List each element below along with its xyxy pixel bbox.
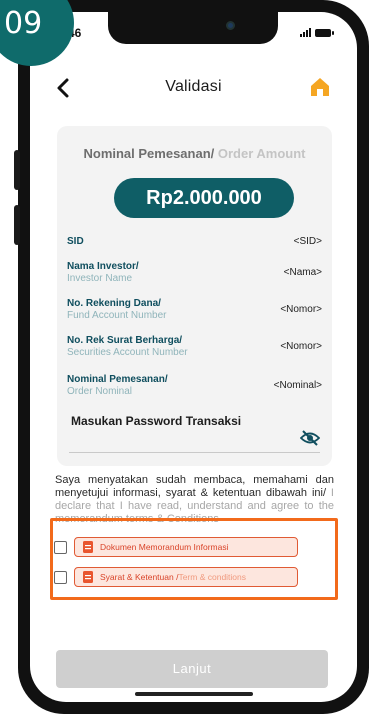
terms-document-label-en: Term & conditions	[178, 572, 247, 582]
field-value: <Nama>	[283, 267, 322, 278]
declaration-text-id: Saya menyatakan sudah membaca, memahami …	[55, 474, 334, 499]
field-value: <Nominal>	[273, 380, 322, 391]
order-summary-card: Nominal Pemesanan/ Order Amount Rp2.000.…	[57, 126, 332, 466]
memorandum-document-link[interactable]: Dokumen Memorandum Informasi	[74, 537, 298, 557]
terms-document-link[interactable]: Syarat & Ketentuan / Term & conditions	[74, 567, 298, 587]
notch	[108, 12, 278, 44]
order-amount-title-id: Nominal Pemesanan/	[83, 146, 215, 161]
field-row-securities-account: No. Rek Surat Berharga/ Securities Accou…	[67, 335, 322, 358]
volume-up-button	[14, 150, 20, 190]
home-indicator	[135, 692, 253, 696]
step-number: 09	[4, 6, 43, 41]
order-amount-title: Nominal Pemesanan/ Order Amount	[57, 146, 332, 161]
home-button[interactable]	[309, 76, 331, 98]
document-row-memorandum: Dokumen Memorandum Informasi	[54, 537, 298, 557]
document-row-terms: Syarat & Ketentuan / Term & conditions	[54, 567, 298, 587]
battery-icon	[315, 28, 334, 37]
password-input[interactable]	[69, 452, 320, 453]
home-icon	[311, 78, 329, 96]
memorandum-document-label: Dokumen Memorandum Informasi	[100, 542, 229, 552]
camera-icon	[226, 21, 235, 30]
document-icon	[83, 571, 93, 583]
app-screen: 9.46 Validasi Nominal Pemesanan/ Order A…	[30, 12, 357, 702]
field-row-sid: SID <SID>	[67, 236, 322, 247]
order-amount-title-en: Order Amount	[214, 146, 306, 161]
continue-button[interactable]: Lanjut	[56, 650, 328, 688]
memorandum-checkbox[interactable]	[54, 540, 67, 554]
order-amount-value: Rp2.000.000	[114, 178, 294, 218]
field-row-order-nominal: Nominal Pemesanan/ Order Nominal <Nomina…	[67, 374, 322, 397]
field-value: <Nomor>	[280, 341, 322, 352]
field-row-investor-name: Nama Investor/ Investor Name <Nama>	[67, 261, 322, 284]
documents-highlight-box	[50, 518, 338, 600]
document-icon	[83, 541, 93, 553]
terms-checkbox[interactable]	[54, 570, 67, 584]
status-icons	[300, 28, 334, 37]
volume-down-button	[14, 205, 20, 245]
field-label: SID	[67, 236, 84, 247]
password-label: Masukan Password Transaksi	[71, 414, 242, 428]
field-value: <Nomor>	[280, 304, 322, 315]
eye-off-icon	[299, 430, 321, 446]
field-row-fund-account: No. Rekening Dana/ Fund Account Number <…	[67, 298, 322, 321]
password-visibility-toggle[interactable]	[299, 430, 321, 446]
page-title: Validasi	[165, 78, 222, 95]
terms-document-label-id: Syarat & Ketentuan /	[100, 572, 179, 582]
field-value: <SID>	[293, 236, 322, 247]
signal-icon	[300, 28, 311, 37]
